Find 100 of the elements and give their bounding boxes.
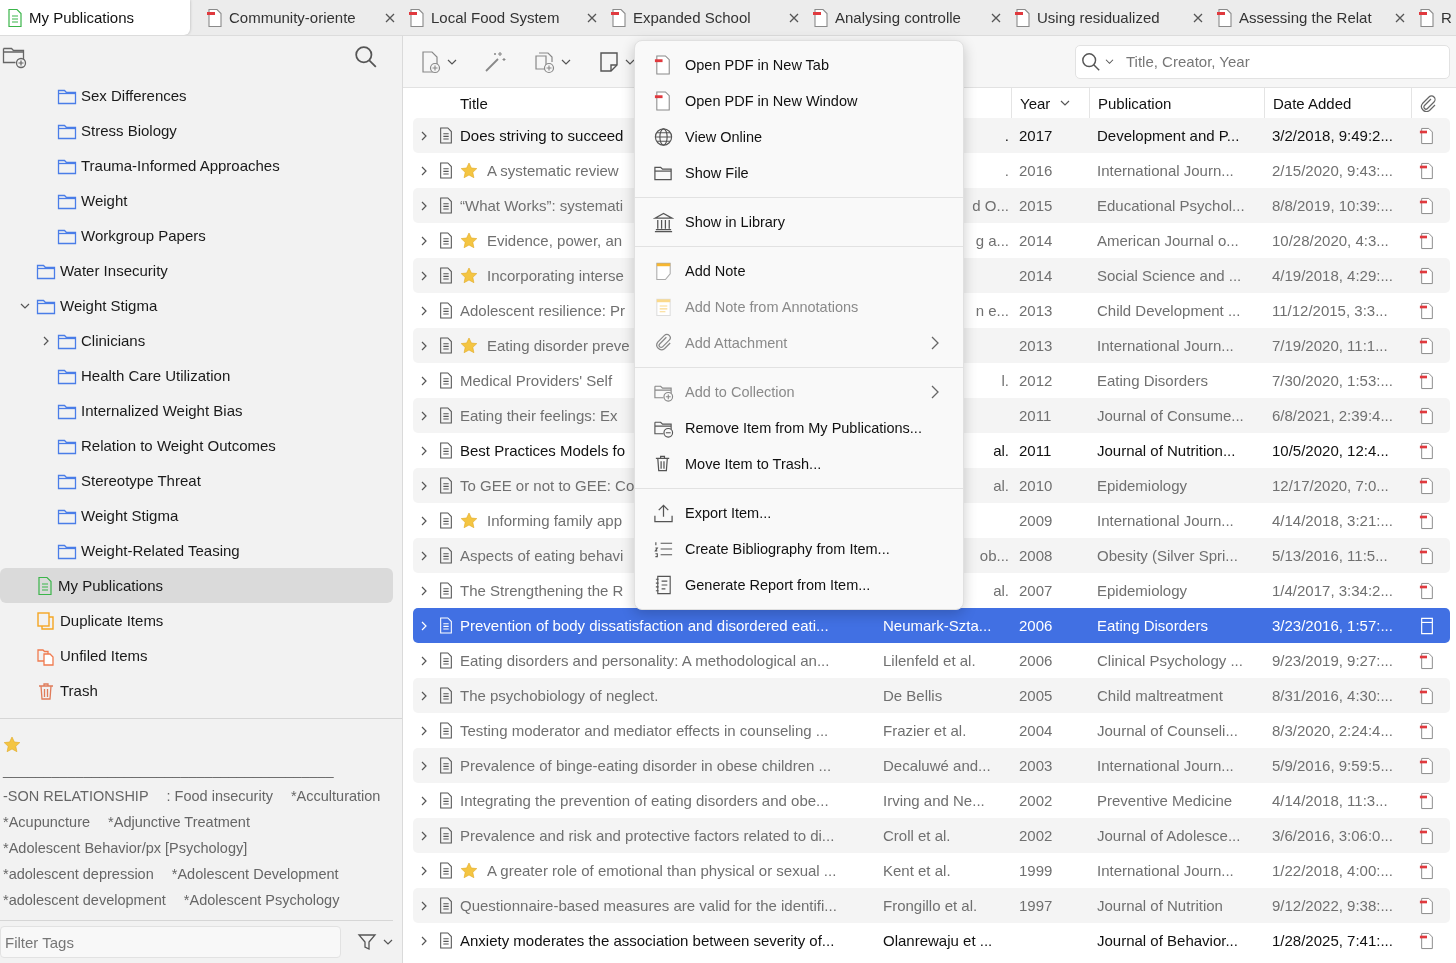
table-cell: Eating disorders and personality: A methodological an... [460, 652, 830, 669]
table-cell: 8/8/2019, 10:39:... [1272, 197, 1393, 214]
table-cell: 2002 [1019, 827, 1053, 844]
table-cell: 6/8/2021, 2:39:4... [1272, 407, 1393, 424]
table-cell: 2009 [1019, 512, 1053, 529]
table-cell: Decaluwé and... [883, 757, 991, 774]
table-cell: Prevalence and risk and protective factors related to di... [460, 827, 835, 844]
table-cell: 7/19/2020, 11:1... [1272, 337, 1388, 354]
table-cell: A greater role of emotional than physical or sexual ... [487, 862, 837, 879]
table-cell: Epidemiology [1097, 582, 1188, 599]
table-cell: 1999 [1019, 862, 1053, 879]
table-cell: 2013 [1019, 302, 1053, 319]
table-cell: 10/28/2020, 4:3... [1272, 232, 1389, 249]
table-cell: Integrating the prevention of eating disorders and obe... [460, 792, 829, 809]
table-cell: 4/14/2018, 11:3... [1272, 792, 1388, 809]
table-cell: Adolescent resilience: Pr [460, 302, 626, 319]
table-cell: Prevalence of binge-eating disorder in obese children ... [460, 757, 832, 774]
table-cell: A systematic review [487, 162, 619, 179]
table-cell: The Strengthening the R [460, 582, 624, 599]
table-cell: Journal of Nutrition... [1097, 442, 1236, 459]
table-cell: 2008 [1019, 547, 1053, 564]
table-cell: 11/12/2015, 3:3... [1272, 302, 1388, 319]
table-cell: 1997 [1019, 897, 1053, 914]
table-cell: Journal of Consume... [1097, 407, 1244, 424]
table-cell: Eating their feelings: Ex [460, 407, 618, 424]
table-cell: 2005 [1019, 687, 1053, 704]
table-cell: “What Works”: systemati [460, 197, 624, 214]
table-cell: Best Practices Models fo [460, 442, 626, 459]
table-cell: The psychobiology of neglect. [460, 687, 659, 704]
table-cell: To GEE or not to GEE: Co [460, 477, 635, 494]
table-cell: 5/13/2016, 11:5... [1272, 547, 1388, 564]
table-cell: Journal of Counseli... [1097, 722, 1238, 739]
table-cell: 2012 [1019, 372, 1053, 389]
table-cell: 2004 [1019, 722, 1053, 739]
table-cell: Journal of Adolesce... [1097, 827, 1241, 844]
table-cell: Educational Psychol... [1097, 197, 1245, 214]
table-cell: Obesity (Silver Spri... [1097, 547, 1238, 564]
table-cell: Lilenfeld et al. [883, 652, 976, 669]
table-cell: . [1004, 162, 1009, 179]
table-cell: . [1004, 127, 1009, 144]
table-cell: 2016 [1019, 162, 1053, 179]
table-cell: Development and P... [1097, 127, 1240, 144]
table-cell: 9/23/2019, 9:27:... [1272, 652, 1393, 669]
table-cell: Does striving to succeed [460, 127, 624, 144]
table-cell: 1/22/2018, 4:00:... [1272, 862, 1393, 879]
table-cell: Frazier et al. [883, 722, 967, 739]
table-cell: International Journ... [1097, 337, 1234, 354]
table-cell: 1/4/2017, 3:34:2... [1272, 582, 1393, 599]
table-cell: 2007 [1019, 582, 1053, 599]
table-cell: d O... [972, 197, 1009, 214]
table-cell: 5/9/2016, 9:59:5... [1272, 757, 1393, 774]
table-cell: Journal of Nutrition [1097, 897, 1223, 914]
table-cell: Informing family app [487, 512, 623, 529]
table-cell: 2002 [1019, 792, 1053, 809]
table-cell: al. [993, 477, 1009, 494]
table-cell: 7/30/2020, 1:53:... [1272, 372, 1393, 389]
table-cell: 2006 [1019, 617, 1053, 634]
table-cell: Clinical Psychology ... [1097, 652, 1243, 669]
table-cell: 2/15/2020, 9:43:... [1272, 162, 1393, 179]
table-cell: 8/31/2016, 4:30:... [1272, 687, 1393, 704]
table-cell: International Journ... [1097, 862, 1234, 879]
table-cell: al. [993, 442, 1009, 459]
table-cell: 2013 [1019, 337, 1053, 354]
table-cell: Epidemiology [1097, 477, 1188, 494]
table-cell: Olanrewaju et ... [883, 932, 993, 949]
table-cell: International Journ... [1097, 757, 1234, 774]
table-cell: Testing moderator and mediator effects in counseling ... [460, 722, 829, 739]
table-cell: 2010 [1019, 477, 1053, 494]
table-cell: Medical Providers' Self [460, 372, 613, 389]
table-cell: Neumark-Szta... [883, 617, 992, 634]
table-cell: 10/5/2020, 12:4... [1272, 442, 1389, 459]
table-cell: 4/19/2018, 4:29:... [1272, 267, 1393, 284]
table-cell: Eating Disorders [1097, 372, 1208, 389]
table-cell: Kent et al. [883, 862, 951, 879]
table-cell: 2014 [1019, 232, 1053, 249]
table-cell: l. [1001, 372, 1009, 389]
table-cell: Irving and Ne... [883, 792, 985, 809]
table-cell: De Bellis [883, 687, 943, 704]
table-cell: 8/3/2020, 2:24:4... [1272, 722, 1393, 739]
table-cell: al. [993, 582, 1009, 599]
table-cell: Social Science and ... [1097, 267, 1242, 284]
table-cell: Eating disorder preve [487, 337, 630, 354]
table-cell: Child maltreatment [1097, 687, 1223, 704]
table-cell: International Journ... [1097, 162, 1234, 179]
table-cell: Eating Disorders [1097, 617, 1208, 634]
table-cell: Questionnaire-based measures are valid for the identifi... [460, 897, 837, 914]
table-cell: Frongillo et al. [883, 897, 978, 914]
table-cell: Incorporating interse [487, 267, 624, 284]
table-cell: Aspects of eating behavi [460, 547, 624, 564]
table-cell: g a... [975, 232, 1009, 249]
table-cell: American Journal o... [1097, 232, 1239, 249]
table-cell: 3/2/2018, 9:49:2... [1272, 127, 1393, 144]
table-cell: 2011 [1019, 442, 1052, 459]
table-cell: 2006 [1019, 652, 1053, 669]
table-cell: International Journ... [1097, 512, 1234, 529]
table-cell: Child Development ... [1097, 302, 1241, 319]
table-cell: Evidence, power, an [487, 232, 623, 249]
table-cell: 2003 [1019, 757, 1053, 774]
table-cell: 2015 [1019, 197, 1053, 214]
table-cell: Journal of Behavior... [1097, 932, 1238, 949]
